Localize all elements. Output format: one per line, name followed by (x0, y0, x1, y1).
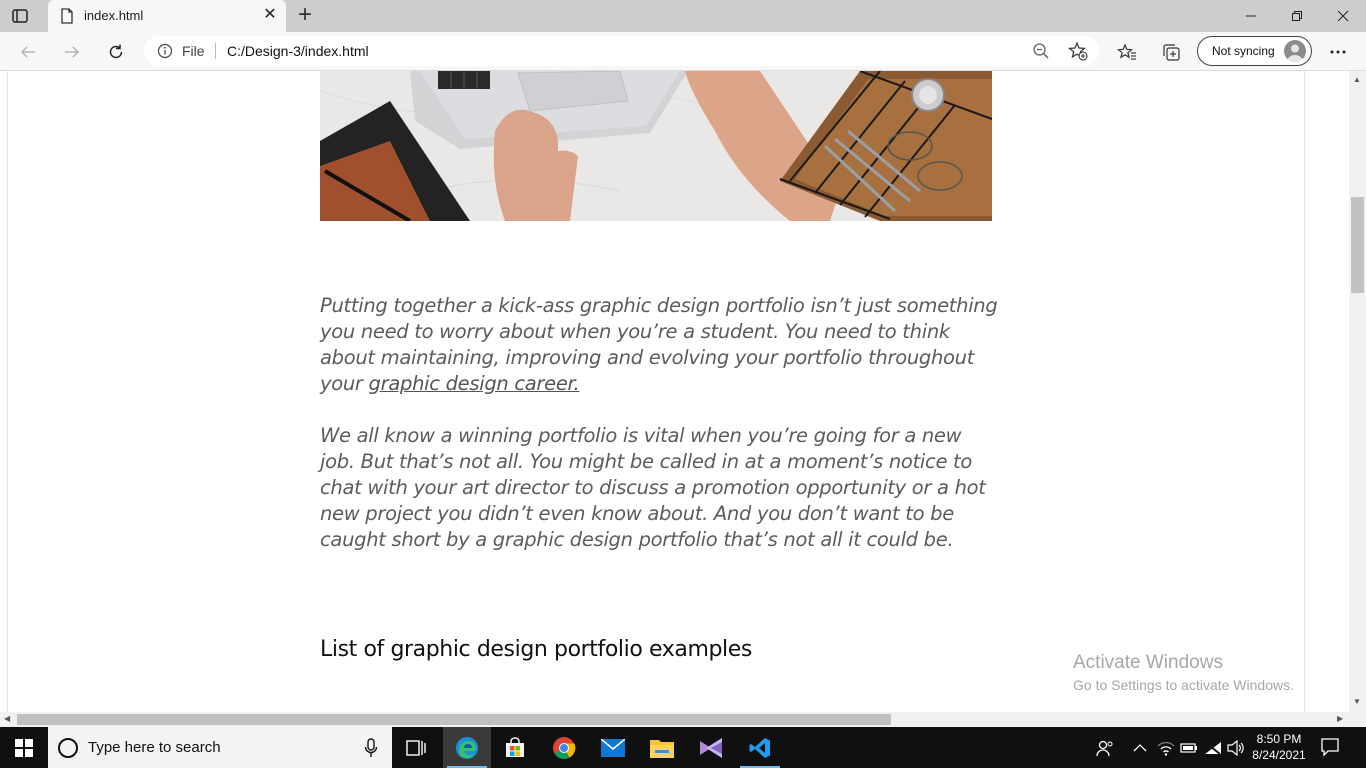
profile-button[interactable]: Not syncing (1197, 36, 1312, 66)
scroll-left-icon[interactable]: ◀ (4, 714, 10, 723)
article-body: Putting together a kick-ass graphic desi… (320, 293, 1000, 579)
close-tab-icon[interactable]: ✕ (262, 7, 278, 23)
refresh-icon[interactable] (104, 40, 128, 64)
clock-date: 8/24/2021 (1252, 748, 1306, 762)
microsoft-store-icon[interactable] (491, 727, 539, 768)
forward-icon[interactable] (60, 40, 84, 64)
page-icon (60, 8, 74, 24)
add-favorite-icon[interactable] (1067, 41, 1088, 66)
activate-windows-watermark: Activate Windows Go to Settings to activ… (1073, 651, 1294, 695)
scroll-down-icon[interactable]: ▼ (1353, 697, 1361, 706)
new-tab-icon[interactable]: + (294, 3, 316, 27)
settings-more-icon[interactable] (1326, 40, 1350, 64)
url-scheme: File (182, 43, 205, 59)
page-border (1304, 71, 1305, 712)
watermark-title: Activate Windows (1073, 652, 1223, 673)
taskbar-search-box[interactable]: Type here to search (48, 727, 392, 768)
system-clock[interactable]: 8:50 PM 8/24/2021 (1246, 731, 1312, 763)
url-text[interactable]: C:/Design-3/index.html (227, 43, 369, 59)
search-icon (58, 738, 78, 758)
chrome-icon[interactable] (540, 727, 588, 768)
watermark-subtitle: Go to Settings to activate Windows. (1073, 677, 1294, 693)
show-hidden-icons-icon[interactable] (1133, 738, 1147, 758)
mail-icon[interactable] (589, 727, 637, 768)
search-placeholder: Type here to search (88, 739, 221, 756)
sync-status-label: Not syncing (1212, 44, 1275, 58)
horizontal-scroll-thumb[interactable] (17, 714, 891, 725)
restore-icon[interactable] (1274, 0, 1320, 32)
browser-tab[interactable]: index.html ✕ (48, 0, 286, 32)
avatar-icon (1284, 40, 1306, 62)
page-viewport: Putting together a kick-ass graphic desi… (0, 71, 1349, 712)
scroll-up-icon[interactable]: ▲ (1353, 75, 1361, 84)
close-window-icon[interactable] (1320, 0, 1366, 32)
graphic-design-career-link[interactable]: graphic design career. (369, 372, 580, 395)
windows-start-icon[interactable] (0, 727, 48, 768)
cellular-icon[interactable] (1204, 738, 1222, 758)
address-separator (215, 43, 216, 59)
address-bar[interactable]: File C:/Design-3/index.html (144, 36, 1099, 66)
info-icon[interactable] (157, 43, 173, 64)
minimize-icon[interactable] (1228, 0, 1274, 32)
tab-title: index.html (84, 8, 144, 23)
notifications-icon[interactable] (1320, 737, 1340, 762)
hero-image (320, 71, 992, 221)
clock-time: 8:50 PM (1256, 732, 1302, 746)
task-view-icon[interactable] (392, 727, 440, 768)
favorites-icon[interactable] (1115, 40, 1139, 64)
back-icon[interactable] (16, 40, 40, 64)
tab-actions-icon[interactable] (10, 7, 30, 25)
people-icon[interactable] (1096, 738, 1114, 758)
volume-icon[interactable] (1227, 738, 1245, 758)
collections-icon[interactable] (1159, 40, 1183, 64)
battery-icon[interactable] (1180, 738, 1198, 758)
file-explorer-icon[interactable] (638, 727, 686, 768)
browser-toolbar: File C:/Design-3/index.html Not syncing (0, 32, 1366, 71)
second-paragraph: We all know a winning portfolio is vital… (320, 424, 986, 551)
vs-code-icon[interactable] (736, 727, 784, 768)
vertical-scrollbar[interactable]: ▲ ▼ (1349, 71, 1366, 712)
taskbar: Type here to search 8:50 PM 8/24/2021 (0, 727, 1366, 768)
edge-taskbar-icon[interactable] (443, 727, 491, 768)
scrollbar-corner (1349, 712, 1366, 727)
page-border (7, 71, 8, 712)
intro-paragraph: Putting together a kick-ass graphic desi… (320, 293, 1000, 397)
horizontal-scrollbar[interactable]: ◀ ▶ (0, 712, 1349, 727)
zoom-icon[interactable] (1032, 42, 1050, 65)
microphone-icon[interactable] (364, 738, 378, 763)
tab-strip: index.html ✕ + (0, 0, 1366, 32)
vertical-scroll-thumb[interactable] (1351, 197, 1364, 293)
network-icon[interactable] (1157, 738, 1175, 758)
scroll-right-icon[interactable]: ▶ (1337, 714, 1343, 723)
section-heading: List of graphic design portfolio example… (320, 637, 752, 662)
visual-studio-icon[interactable] (687, 727, 735, 768)
